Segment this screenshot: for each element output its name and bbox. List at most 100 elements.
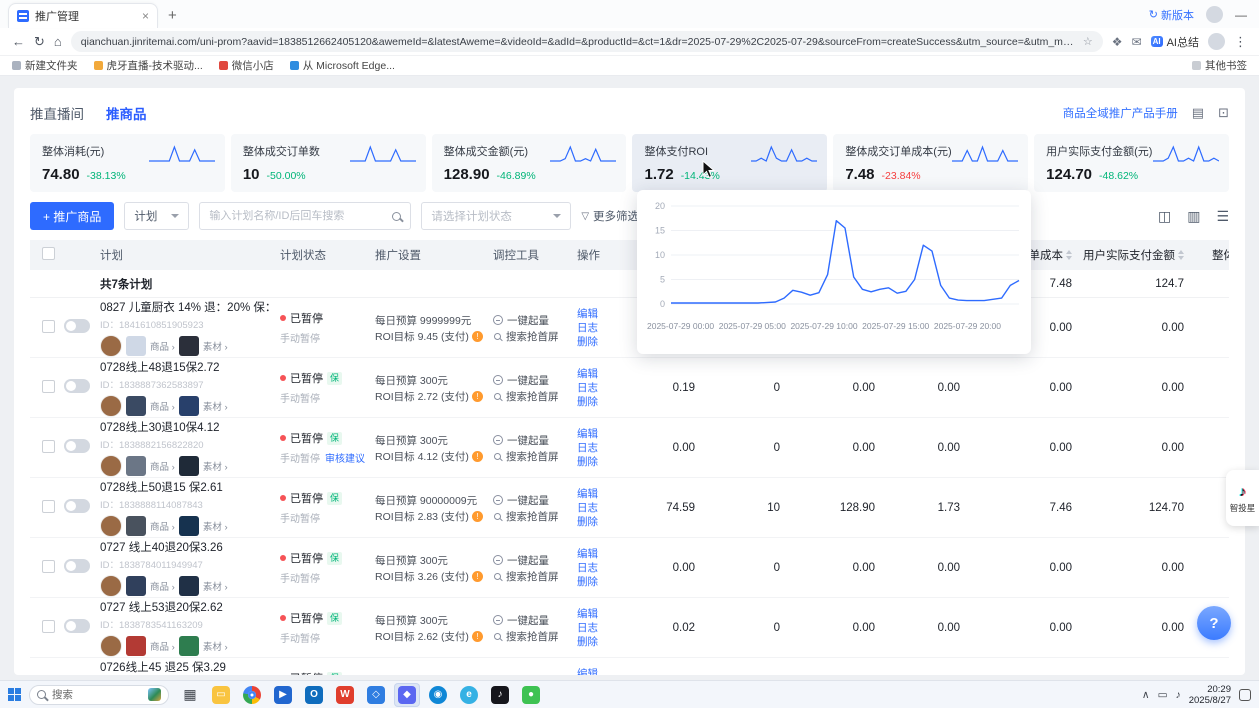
row-toggle[interactable]	[64, 379, 90, 393]
bookmark-item[interactable]: 从 Microsoft Edge...	[290, 58, 395, 73]
one-click-boost[interactable]: 一键起量	[493, 373, 567, 388]
plan-title[interactable]: 0727 线上40退20保3.26	[100, 539, 270, 555]
chat-app-icon[interactable]: ◆	[394, 683, 420, 707]
bookmark-item[interactable]: 虎牙直播-技术驱动...	[94, 58, 203, 73]
search-top-screen[interactable]: 搜索抢首屏	[493, 449, 567, 464]
manual-link[interactable]: 商品全域推广产品手册	[1063, 105, 1178, 121]
one-click-boost[interactable]: 一键起量	[493, 553, 567, 568]
app-blue-icon[interactable]: ▶	[270, 683, 296, 707]
row-checkbox[interactable]	[42, 620, 55, 633]
menu-icon[interactable]: ⋮	[1234, 34, 1247, 50]
row-checkbox[interactable]	[42, 440, 55, 453]
tray-expand-icon[interactable]: ∧	[1142, 689, 1150, 701]
edit-link[interactable]: 编辑	[577, 427, 617, 441]
start-button[interactable]	[8, 688, 21, 701]
delete-link[interactable]: 删除	[577, 335, 617, 349]
edit-link[interactable]: 编辑	[577, 667, 617, 676]
messages-icon[interactable]: ✉	[1132, 35, 1142, 49]
log-link[interactable]: 日志	[577, 501, 617, 515]
chart-view-icon[interactable]: ▥	[1187, 208, 1200, 225]
account-switch-icon[interactable]: ◫	[1158, 208, 1171, 225]
plan-search-input[interactable]	[209, 210, 386, 222]
reload-button[interactable]: ↻	[34, 34, 45, 50]
wechat-icon[interactable]: ●	[518, 683, 544, 707]
edit-link[interactable]: 编辑	[577, 307, 617, 321]
product-link[interactable]: 商品 ›	[150, 339, 175, 353]
home-button[interactable]: ⌂	[54, 34, 62, 49]
plan-title[interactable]: 0728线上50退15 保2.61	[100, 479, 270, 495]
column-settings-icon[interactable]: ☰	[1216, 208, 1229, 225]
row-toggle[interactable]	[64, 499, 90, 513]
compass-browser-icon[interactable]: ◉	[425, 683, 451, 707]
edge-browser-icon[interactable]: e	[456, 683, 482, 707]
plan-title[interactable]: 0728线上48退15保2.72	[100, 359, 270, 375]
product-link[interactable]: 商品 ›	[150, 639, 175, 653]
stat-card[interactable]: 用户实际支付金额(元)124.70-48.62%	[1034, 134, 1229, 192]
edit-link[interactable]: 编辑	[577, 547, 617, 561]
tray-display-icon[interactable]: ▭	[1158, 689, 1168, 701]
back-button[interactable]: ←	[12, 34, 25, 49]
material-link[interactable]: 素材 ›	[203, 519, 228, 533]
material-link[interactable]: 素材 ›	[203, 459, 228, 473]
plan-title[interactable]: 0727 线上53退20保2.62	[100, 599, 270, 615]
plan-title[interactable]: 0827 儿童厨衣 14% 退：20% 保：9.92	[100, 299, 270, 315]
task-view-button[interactable]: ▦	[177, 683, 203, 707]
stat-card[interactable]: 整体成交订单成本(元)7.48-23.84%	[833, 134, 1028, 192]
material-link[interactable]: 素材 ›	[203, 399, 228, 413]
one-click-boost[interactable]: 一键起量	[493, 313, 567, 328]
one-click-boost[interactable]: 一键起量	[493, 673, 567, 676]
delete-link[interactable]: 删除	[577, 635, 617, 649]
row-toggle[interactable]	[64, 319, 90, 333]
bookmark-item[interactable]: 新建文件夹	[12, 58, 78, 73]
row-checkbox[interactable]	[42, 560, 55, 573]
other-bookmarks[interactable]: 其他书签	[1192, 58, 1247, 73]
sort-icon[interactable]	[1066, 250, 1072, 260]
bookmark-star-icon[interactable]: ☆	[1083, 35, 1093, 48]
select-all-checkbox[interactable]	[42, 247, 55, 260]
tiktok-icon[interactable]: ♪	[487, 683, 513, 707]
log-link[interactable]: 日志	[577, 381, 617, 395]
material-link[interactable]: 素材 ›	[203, 579, 228, 593]
plan-status-select[interactable]: 请选择计划状态	[421, 202, 571, 230]
add-product-button[interactable]: + 推广商品	[30, 202, 114, 230]
tab-live-room[interactable]: 推直播间	[30, 103, 84, 123]
one-click-boost[interactable]: 一键起量	[493, 613, 567, 628]
row-toggle[interactable]	[64, 619, 90, 633]
plan-title[interactable]: 0728线上30退10保4.12	[100, 419, 270, 435]
row-toggle[interactable]	[64, 439, 90, 453]
search-top-screen[interactable]: 搜索抢首屏	[493, 329, 567, 344]
log-link[interactable]: 日志	[577, 441, 617, 455]
wps-writer-icon[interactable]: W	[332, 683, 358, 707]
search-icon[interactable]	[392, 212, 401, 221]
row-checkbox[interactable]	[42, 380, 55, 393]
browser-tab[interactable]: 推广管理 ×	[8, 3, 158, 28]
product-link[interactable]: 商品 ›	[150, 399, 175, 413]
stat-card[interactable]: 整体成交金额(元)128.90-46.89%	[432, 134, 627, 192]
layout-settings-icon[interactable]: ▤	[1192, 105, 1204, 121]
delete-link[interactable]: 删除	[577, 575, 617, 589]
fullscreen-icon[interactable]: ⊡	[1218, 105, 1229, 121]
extensions-icon[interactable]: ❖	[1112, 35, 1123, 49]
bookmark-item[interactable]: 微信小店	[219, 58, 274, 73]
url-bar[interactable]: qianchuan.jinritemai.com/uni-prom?aavid=…	[71, 31, 1103, 52]
search-top-screen[interactable]: 搜索抢首屏	[493, 569, 567, 584]
product-link[interactable]: 商品 ›	[150, 519, 175, 533]
material-link[interactable]: 素材 ›	[203, 339, 228, 353]
new-tab-button[interactable]: +	[168, 7, 177, 24]
row-checkbox[interactable]	[42, 320, 55, 333]
notification-icon[interactable]	[1239, 689, 1251, 701]
new-version-button[interactable]: ↻新版本	[1149, 7, 1194, 23]
help-button[interactable]: ?	[1197, 606, 1231, 640]
log-link[interactable]: 日志	[577, 561, 617, 575]
log-link[interactable]: 日志	[577, 621, 617, 635]
search-top-screen[interactable]: 搜索抢首屏	[493, 389, 567, 404]
edit-link[interactable]: 编辑	[577, 367, 617, 381]
stat-card[interactable]: 整体消耗(元)74.80-38.13%	[30, 134, 225, 192]
edit-link[interactable]: 编辑	[577, 607, 617, 621]
clock[interactable]: 20:29 2025/8/27	[1189, 684, 1231, 706]
row-checkbox[interactable]	[42, 500, 55, 513]
delete-link[interactable]: 删除	[577, 515, 617, 529]
search-top-screen[interactable]: 搜索抢首屏	[493, 629, 567, 644]
row-toggle[interactable]	[64, 559, 90, 573]
stat-card[interactable]: 整体成交订单数10-50.00%	[231, 134, 426, 192]
